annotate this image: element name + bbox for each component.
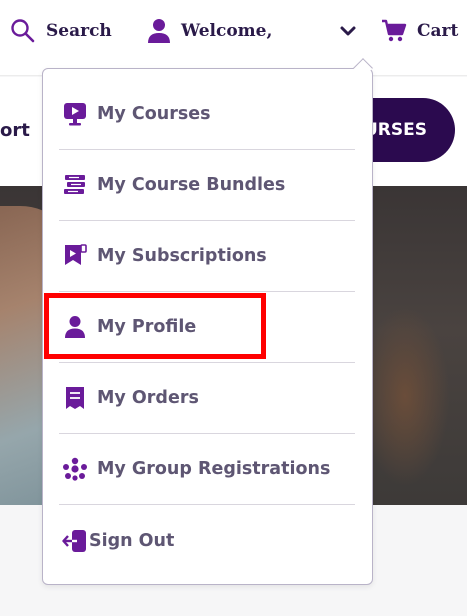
account-menu-toggle[interactable]: Welcome,: [147, 17, 272, 45]
search-label: Search: [46, 21, 112, 41]
subscription-icon: [61, 242, 89, 270]
cart-icon: [381, 19, 407, 43]
menu-item-sign-out[interactable]: Sign Out: [59, 505, 355, 576]
chevron-down-icon: [339, 24, 357, 38]
top-navigation-bar: Search Welcome, Cart: [0, 0, 467, 76]
menu-item-my-group-registrations[interactable]: My Group Registrations: [59, 434, 355, 505]
menu-item-label: My Orders: [97, 388, 199, 408]
sign-out-icon: [61, 527, 89, 555]
menu-item-label: Sign Out: [89, 530, 175, 551]
group-icon: [61, 455, 89, 483]
user-icon: [147, 18, 171, 44]
menu-item-my-orders[interactable]: My Orders: [59, 363, 355, 434]
cart-link[interactable]: Cart: [381, 17, 458, 45]
search-link[interactable]: Search: [10, 17, 112, 45]
search-icon: [10, 18, 36, 44]
menu-item-my-courses[interactable]: My Courses: [59, 79, 355, 150]
highlight-box: [44, 293, 266, 359]
hero-background-light: [360, 306, 450, 486]
account-menu-chevron[interactable]: [339, 17, 357, 45]
menu-item-my-course-bundles[interactable]: My Course Bundles: [59, 150, 355, 221]
menu-item-my-subscriptions[interactable]: My Subscriptions: [59, 221, 355, 292]
menu-item-label: My Group Registrations: [97, 459, 331, 479]
receipt-icon: [61, 384, 89, 412]
bundle-icon: [61, 171, 89, 199]
cart-label: Cart: [417, 21, 459, 41]
menu-item-label: My Subscriptions: [97, 246, 267, 266]
menu-item-label: My Course Bundles: [97, 175, 286, 195]
menu-item-label: My Courses: [97, 104, 211, 124]
partial-nav-link[interactable]: ort: [0, 120, 30, 141]
welcome-label: Welcome,: [181, 21, 273, 41]
video-course-icon: [61, 100, 89, 128]
